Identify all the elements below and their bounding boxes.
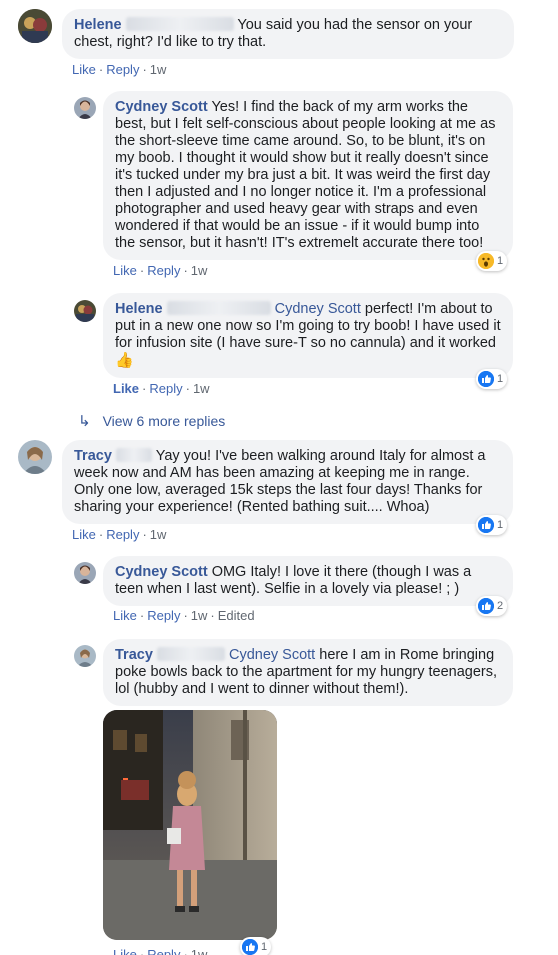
reply-link[interactable]: Reply — [106, 62, 139, 77]
avatar-tracy[interactable] — [18, 440, 52, 474]
comment-author[interactable]: Helene — [115, 301, 163, 317]
comment-author[interactable]: Tracy — [74, 448, 112, 464]
like-link[interactable]: Like — [72, 62, 96, 77]
reply-arrow-icon: ↳ — [78, 413, 91, 430]
like-reaction-icon — [478, 371, 494, 387]
wow-reaction-icon — [478, 253, 494, 269]
reply-link[interactable]: Reply — [149, 381, 182, 396]
comment-author[interactable]: Cydney Scott — [115, 99, 208, 115]
avatar-helene[interactable] — [18, 9, 52, 43]
timestamp[interactable]: 1w — [150, 527, 167, 542]
thumbs-up-emoji: 👍 — [115, 352, 134, 369]
comment-bubble-cydney: Cydney Scott Yes! I find the back of my … — [103, 91, 513, 260]
timestamp[interactable]: 1w — [191, 608, 208, 623]
avatar-cydney[interactable] — [74, 97, 96, 119]
view-more-label[interactable]: View 6 more replies — [103, 413, 226, 429]
timestamp[interactable]: 1w — [191, 263, 208, 278]
comment-bubble-helene-reply: Helene Cydney Scott perfect! I'm about t… — [103, 293, 513, 378]
comment-bubble-cydney-2: Cydney Scott OMG Italy! I love it there … — [103, 556, 513, 606]
comment-actions: Like · Reply · 1w · Edited — [113, 608, 255, 623]
comment-author[interactable]: Cydney Scott — [115, 564, 208, 580]
mention-link[interactable]: Cydney Scott — [229, 647, 315, 663]
reply-link[interactable]: Reply — [106, 527, 139, 542]
comment-actions: Like · Reply · 1w — [113, 947, 207, 955]
reaction-count[interactable]: 1 — [476, 515, 508, 535]
comment-actions: Like · Reply · 1w — [113, 381, 210, 396]
comment-bubble-helene: Helene You said you had the sensor on yo… — [62, 9, 514, 59]
redacted-surname — [166, 301, 271, 315]
like-reaction-icon — [478, 517, 494, 533]
comment-author[interactable]: Helene — [74, 17, 122, 33]
comment-bubble-tracy: Tracy Yay you! I've been walking around … — [62, 440, 513, 524]
mention-link[interactable]: Cydney Scott — [275, 301, 361, 317]
comment-actions: Like · Reply · 1w — [72, 527, 167, 542]
reply-link[interactable]: Reply — [147, 263, 180, 278]
reaction-count[interactable]: 1 — [476, 369, 508, 389]
timestamp[interactable]: 1w — [150, 62, 167, 77]
comment-actions: Like · Reply · 1w — [72, 62, 167, 77]
like-link[interactable]: Like — [113, 263, 137, 278]
timestamp[interactable]: 1w — [193, 381, 210, 396]
like-link[interactable]: Like — [113, 947, 137, 955]
avatar-tracy[interactable] — [74, 645, 96, 667]
like-reaction-icon — [242, 939, 258, 955]
reaction-count[interactable]: 1 — [240, 937, 272, 955]
comment-bubble-tracy-reply: Tracy Cydney Scott here I am in Rome bri… — [103, 639, 513, 706]
reply-link[interactable]: Reply — [147, 608, 180, 623]
like-link[interactable]: Like — [72, 527, 96, 542]
reply-link[interactable]: Reply — [147, 947, 180, 955]
timestamp[interactable]: 1w — [191, 947, 208, 955]
redacted-surname — [125, 17, 234, 31]
redacted-surname — [156, 647, 225, 661]
reaction-count[interactable]: 2 — [476, 596, 508, 616]
like-link[interactable]: Like — [113, 381, 139, 396]
avatar-helene[interactable] — [74, 300, 96, 322]
comment-author[interactable]: Tracy — [115, 647, 153, 663]
comment-actions: Like · Reply · 1w — [113, 263, 208, 278]
edited-label[interactable]: Edited — [218, 608, 255, 623]
redacted-surname — [115, 448, 152, 462]
like-reaction-icon — [478, 598, 494, 614]
avatar-cydney[interactable] — [74, 562, 96, 584]
like-link[interactable]: Like — [113, 608, 137, 623]
comment-text: Yes! I find the back of my arm works the… — [115, 99, 496, 251]
view-more-replies[interactable]: ↳ View 6 more replies — [78, 412, 225, 430]
reaction-count[interactable]: 1 — [476, 251, 508, 271]
attached-photo[interactable] — [103, 710, 277, 940]
